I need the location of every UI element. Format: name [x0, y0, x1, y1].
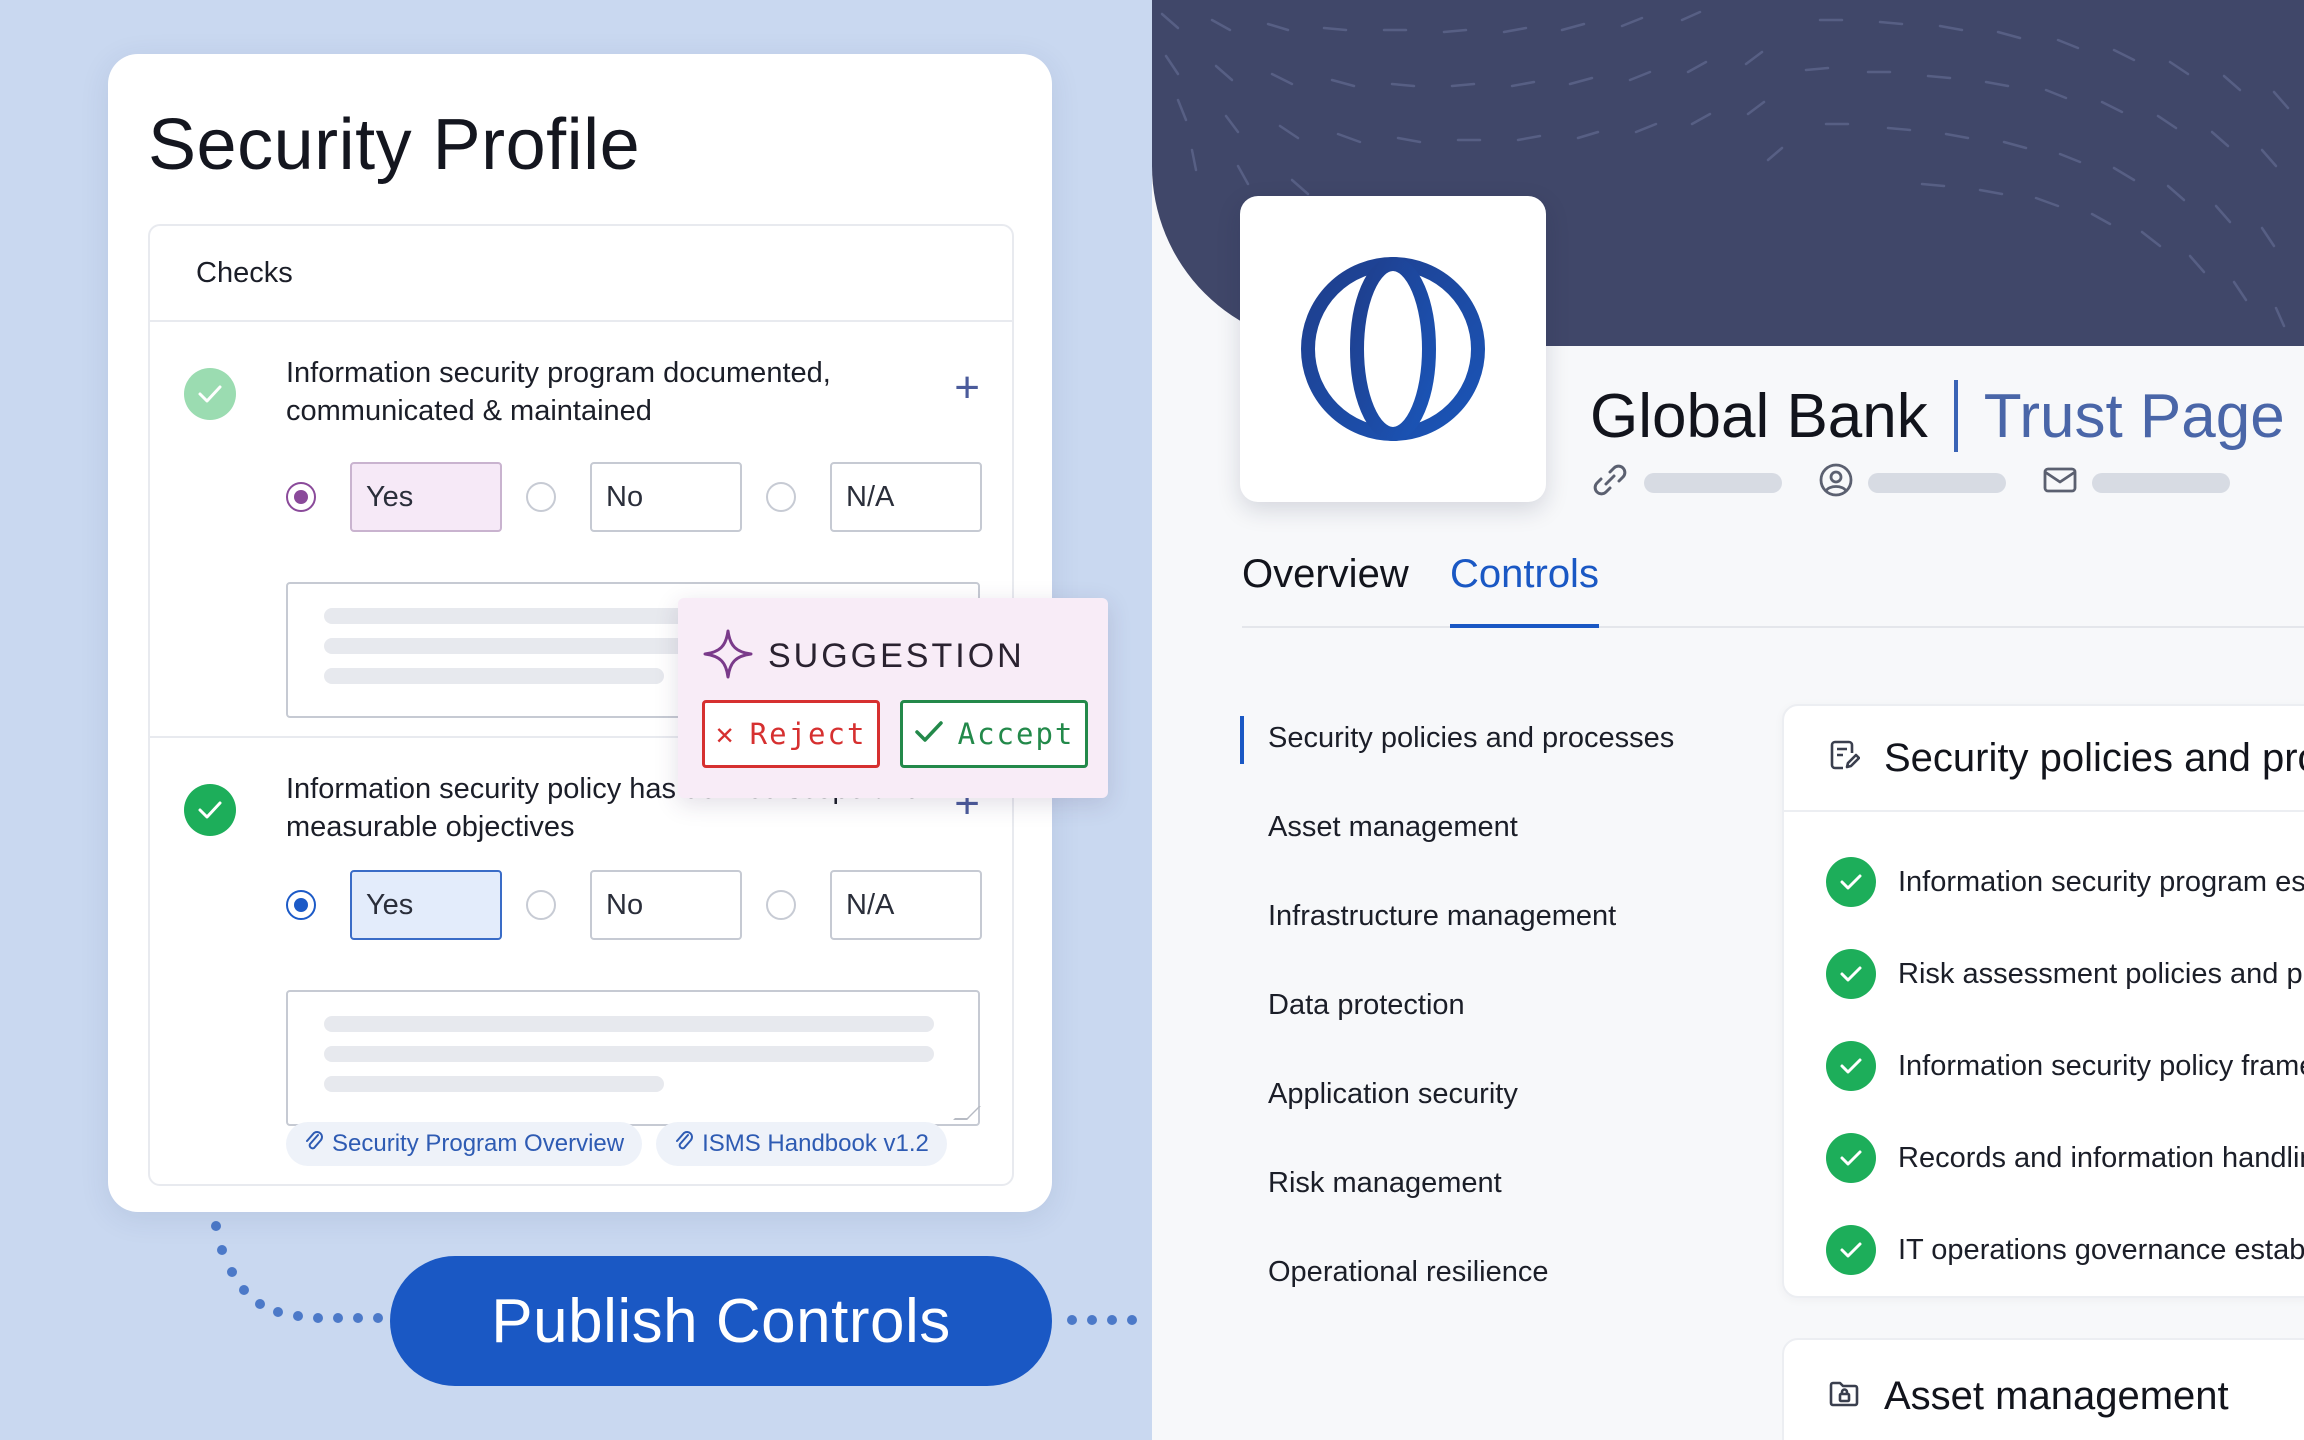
- radio-na[interactable]: [766, 890, 796, 920]
- check-circle-icon: [1826, 1225, 1876, 1275]
- suggestion-header: SUGGESTION: [702, 628, 1025, 685]
- paperclip-icon: [674, 1129, 694, 1160]
- control-row[interactable]: IT operations governance established: [1784, 1204, 2304, 1296]
- check-circle-icon: [1826, 949, 1876, 999]
- category-item-application-security[interactable]: Application security: [1240, 1068, 1674, 1157]
- radio-yes[interactable]: [286, 890, 316, 920]
- answer-options: Yes No N/A: [286, 462, 1006, 532]
- globe-icon: [1301, 257, 1485, 441]
- suggestion-popover: SUGGESTION ✕ Reject Accept: [678, 598, 1108, 798]
- control-label: Risk assessment policies and procedures: [1898, 957, 2304, 990]
- reject-button[interactable]: ✕ Reject: [702, 700, 880, 768]
- publish-controls-button[interactable]: Publish Controls: [390, 1256, 1052, 1386]
- close-icon: ✕: [715, 716, 736, 752]
- attachment-chip[interactable]: Security Program Overview: [286, 1122, 643, 1166]
- check-question: Information security program documented,…: [286, 357, 831, 427]
- sparkle-icon: [702, 628, 754, 685]
- company-meta: [1590, 462, 2266, 503]
- category-item-asset-management[interactable]: Asset management: [1240, 801, 1674, 890]
- company-name: Global Bank: [1590, 381, 1928, 451]
- option-yes[interactable]: Yes: [350, 870, 502, 940]
- title-divider: [1953, 380, 1958, 452]
- radio-yes[interactable]: [286, 482, 316, 512]
- check-complete-icon: [184, 784, 236, 836]
- trust-page-label: Trust Page: [1983, 381, 2285, 451]
- link-placeholder: [1644, 472, 1782, 493]
- resize-handle[interactable]: [953, 1106, 981, 1120]
- suggestion-label: SUGGESTION: [768, 637, 1025, 675]
- category-item-risk-management[interactable]: Risk management: [1240, 1157, 1674, 1246]
- contact-person[interactable]: [1818, 462, 2006, 503]
- checks-header: Checks: [150, 226, 1012, 322]
- radio-na[interactable]: [766, 482, 796, 512]
- placeholder-line: [324, 1046, 934, 1062]
- add-icon[interactable]: +: [954, 366, 980, 410]
- comment-textarea[interactable]: [286, 990, 981, 1126]
- check-item: Information security policy has defined …: [150, 740, 1012, 1186]
- trust-page-title: Global Bank Trust Page: [1590, 378, 2285, 454]
- security-policies-card: Security policies and processes Informat…: [1782, 704, 2304, 1298]
- contact-placeholder: [1868, 472, 2006, 493]
- asset-management-card: Asset management: [1782, 1338, 2304, 1440]
- option-no[interactable]: No: [590, 870, 742, 940]
- answer-options: Yes No N/A: [286, 870, 1006, 940]
- paperclip-icon: [304, 1129, 324, 1160]
- attachment-chip[interactable]: ISMS Handbook v1.2: [656, 1122, 947, 1166]
- option-yes[interactable]: Yes: [350, 462, 502, 532]
- email-link[interactable]: [2042, 465, 2230, 500]
- mail-icon: [2042, 465, 2078, 500]
- attachment-label: Security Program Overview: [332, 1130, 625, 1157]
- placeholder-line: [324, 668, 664, 684]
- checkmark-icon: [914, 717, 944, 751]
- section-header: Asset management: [1784, 1340, 2304, 1440]
- folder-lock-icon: [1828, 1374, 1860, 1419]
- accept-button[interactable]: Accept: [900, 700, 1088, 768]
- placeholder-line: [324, 1076, 664, 1092]
- category-item-data-protection[interactable]: Data protection: [1240, 979, 1674, 1068]
- control-row[interactable]: Information security policy framework: [1784, 1020, 2304, 1112]
- user-icon: [1818, 462, 1854, 503]
- option-na[interactable]: N/A: [830, 870, 982, 940]
- accept-label: Accept: [957, 717, 1075, 751]
- tab-bar: Overview Controls: [1242, 552, 2304, 628]
- option-no[interactable]: No: [590, 462, 742, 532]
- website-link[interactable]: [1590, 464, 1782, 501]
- category-nav: Security policies and processes Asset ma…: [1240, 712, 1674, 1335]
- company-logo: [1240, 196, 1546, 502]
- tab-controls[interactable]: Controls: [1450, 552, 1599, 628]
- check-circle-icon: [1826, 1133, 1876, 1183]
- check-circle-icon: [1826, 1041, 1876, 1091]
- radio-no[interactable]: [526, 890, 556, 920]
- attachments: Security Program Overview ISMS Handbook …: [286, 1122, 961, 1166]
- link-icon: [1590, 464, 1630, 501]
- email-placeholder: [2092, 472, 2230, 493]
- control-label: IT operations governance established: [1898, 1233, 2304, 1266]
- policy-document-icon: [1828, 736, 1861, 781]
- controls-list: Information security program established…: [1784, 812, 2304, 1296]
- category-item-operational-resilience[interactable]: Operational resilience: [1240, 1246, 1674, 1335]
- control-label: Information security policy framework: [1898, 1049, 2304, 1082]
- section-title: Security policies and processes: [1884, 735, 2304, 780]
- category-item-infrastructure[interactable]: Infrastructure management: [1240, 890, 1674, 979]
- attachment-label: ISMS Handbook v1.2: [702, 1130, 929, 1157]
- section-header: Security policies and processes: [1784, 706, 2304, 812]
- control-row[interactable]: Risk assessment policies and procedures: [1784, 928, 2304, 1020]
- section-title: Asset management: [1884, 1373, 2229, 1418]
- control-label: Information security program established: [1898, 865, 2304, 898]
- reject-label: Reject: [749, 717, 867, 751]
- control-row[interactable]: Information security program established: [1784, 836, 2304, 928]
- category-item-security-policies[interactable]: Security policies and processes: [1240, 712, 1674, 801]
- page-title: Security Profile: [148, 105, 641, 185]
- option-na[interactable]: N/A: [830, 462, 982, 532]
- control-label: Records and information handling: [1898, 1141, 2304, 1174]
- radio-no[interactable]: [526, 482, 556, 512]
- tab-overview[interactable]: Overview: [1242, 552, 1409, 628]
- check-circle-icon: [1826, 857, 1876, 907]
- check-complete-icon: [184, 368, 236, 420]
- control-row[interactable]: Records and information handling: [1784, 1112, 2304, 1204]
- placeholder-line: [324, 1016, 934, 1032]
